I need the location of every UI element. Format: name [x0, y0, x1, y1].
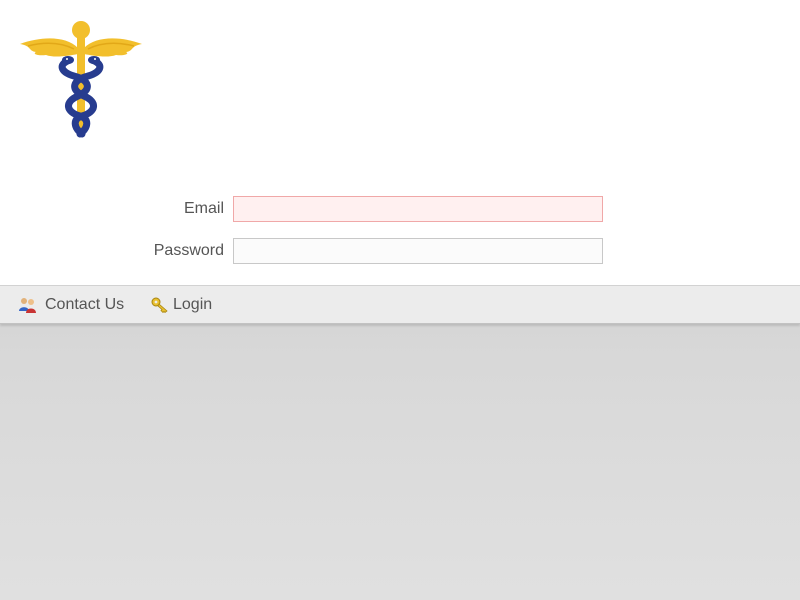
contact-us-link[interactable]: Contact Us: [19, 286, 124, 323]
password-label: Password: [153, 242, 224, 259]
email-label: Email: [183, 200, 224, 217]
email-row: Email: [0, 196, 800, 224]
bottom-navbar: Contact Us Login: [0, 285, 800, 324]
email-field[interactable]: [233, 196, 603, 222]
contact-users-icon: [19, 297, 37, 313]
password-field[interactable]: [233, 238, 603, 264]
caduceus-icon: [20, 21, 142, 138]
password-row: Password: [0, 238, 800, 266]
caduceus-logo: [18, 18, 144, 142]
login-panel: Email Password: [0, 0, 800, 285]
login-link[interactable]: Login: [151, 286, 212, 323]
key-icon: [151, 297, 169, 313]
login-label: Login: [173, 295, 213, 313]
contact-us-label: Contact Us: [45, 295, 125, 313]
